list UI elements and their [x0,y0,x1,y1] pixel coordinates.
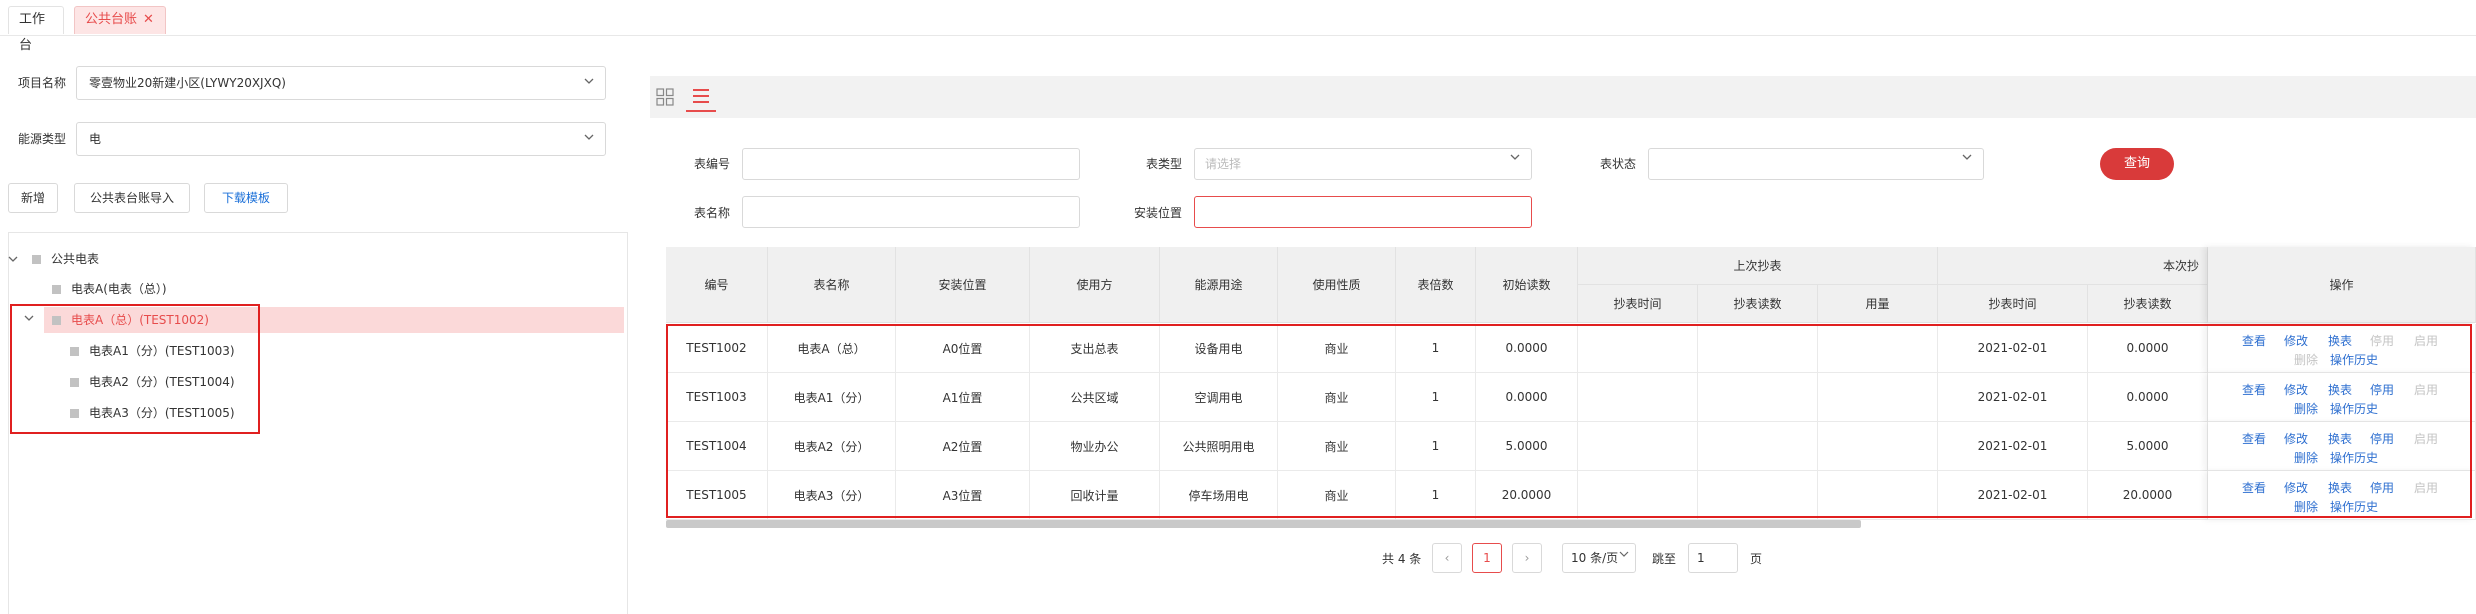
tree-node-root[interactable]: 公共电表 [8,246,99,272]
node-icon [52,285,61,294]
download-template-button[interactable]: 下载模板 [204,183,288,213]
col-header-usage: 用量 [1818,285,1938,323]
install-location-input[interactable] [1194,196,1532,228]
col-header-user: 使用方 [1030,247,1160,323]
tab-label: 公共台账 [85,12,138,27]
meter-status-label: 表状态 [1600,157,1637,171]
col-header-ops: 操作 [2208,247,2476,323]
col-header-nature: 使用性质 [1278,247,1396,323]
col-header-last-read: 抄表读数 [1698,285,1818,323]
tab-workbench[interactable]: 工作台 [8,6,64,53]
goto-label: 跳至 [1652,552,1677,566]
project-value: 零壹物业20新建小区(LYWY20XJXQ) [89,76,286,90]
meter-type-label: 表类型 [1146,157,1183,171]
project-select[interactable]: 零壹物业20新建小区(LYWY20XJXQ) [76,66,606,100]
install-location-label: 安装位置 [1134,206,1183,220]
query-button[interactable]: 查询 [2100,148,2174,180]
left-panel: 项目名称 零壹物业20新建小区(LYWY20XJXQ) 能源类型 电 新增 公共… [0,36,640,614]
prev-page-button[interactable]: ‹ [1432,543,1462,573]
highlight-box [10,304,260,434]
chevron-down-icon[interactable] [8,246,18,281]
col-header-this-read: 抄表读数 [2088,285,2208,323]
energy-label: 能源类型 [18,132,67,146]
view-toggle [650,76,716,116]
goto-input[interactable]: 1 [1688,543,1738,573]
page-suffix: 页 [1750,552,1763,566]
chevron-down-icon [583,123,595,155]
tree-node-label: 公共电表 [51,252,100,266]
grid-view-icon[interactable] [650,82,680,112]
energy-value: 电 [89,132,102,146]
chevron-down-icon [1509,149,1521,179]
meter-no-label: 表编号 [694,157,731,171]
page-1-button[interactable]: 1 [1472,543,1502,573]
col-header-install: 安装位置 [896,247,1030,323]
meter-name-label: 表名称 [694,206,731,220]
chevron-down-icon [1619,544,1629,582]
col-header-name: 表名称 [768,247,896,323]
col-header-ratio: 表倍数 [1396,247,1476,323]
list-view-icon[interactable] [686,82,716,112]
energy-select[interactable]: 电 [76,122,606,156]
col-header-last-group: 上次抄表 [1578,247,1938,285]
col-header-purpose: 能源用途 [1160,247,1278,323]
tree-node-label: 电表A(电表（总）) [71,282,167,296]
page-size-select[interactable]: 10 条/页 [1562,543,1636,573]
chevron-down-icon [1961,149,1973,179]
page-size-value: 10 条/页 [1571,551,1619,565]
tab-public-ledger[interactable]: 公共台账 ✕ [74,6,166,34]
import-button[interactable]: 公共表台账导入 [74,183,190,213]
col-header-this-time: 抄表时间 [1938,285,2088,323]
view-toolbar [650,76,2476,118]
horizontal-scrollbar[interactable] [666,520,1861,528]
meter-type-placeholder: 请选择 [1205,157,1242,171]
add-button[interactable]: 新增 [8,183,58,213]
meter-no-input[interactable] [742,148,1080,180]
close-icon[interactable]: ✕ [143,12,154,27]
col-header-no: 编号 [666,247,768,323]
col-header-init: 初始读数 [1476,247,1578,323]
chevron-down-icon [583,67,595,99]
total-count: 共 4 条 [1382,552,1422,566]
highlight-box [666,324,2472,518]
col-header-last-time: 抄表时间 [1578,285,1698,323]
meter-status-select[interactable] [1648,148,1984,180]
meter-name-input[interactable] [742,196,1080,228]
next-page-button[interactable]: › [1512,543,1542,573]
node-icon [32,255,41,264]
project-label: 项目名称 [18,76,67,90]
meter-type-select[interactable]: 请选择 [1194,148,1532,180]
tab-bar: 工作台 公共台账 ✕ [0,0,2476,53]
col-header-this-group: 本次抄 [1938,247,2208,285]
tree-node-group[interactable]: 电表A(电表（总）) [52,276,167,302]
